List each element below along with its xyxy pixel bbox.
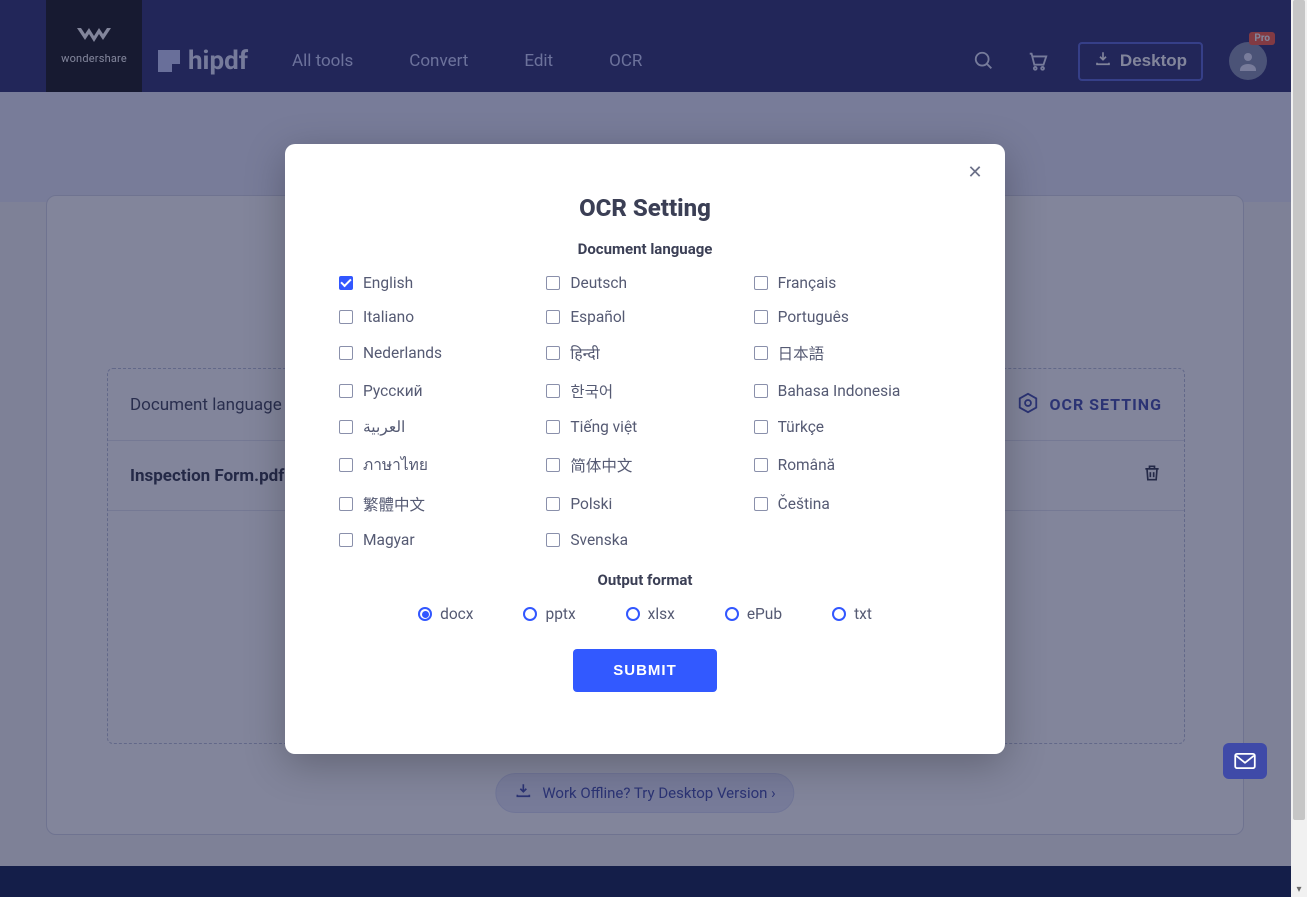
lang-checkbox-polski[interactable]: Polski bbox=[546, 493, 743, 515]
lang-checkbox-turkish[interactable]: Türkçe bbox=[754, 418, 951, 436]
scrollbar-thumb[interactable] bbox=[1293, 0, 1305, 820]
checkbox-icon bbox=[546, 310, 560, 324]
format-radio-pptx[interactable]: pptx bbox=[523, 605, 575, 623]
checkbox-icon bbox=[339, 420, 353, 434]
output-format-row: docx pptx xlsx ePub txt bbox=[339, 605, 951, 623]
lang-checkbox-svenska[interactable]: Svenska bbox=[546, 531, 743, 549]
format-label: ePub bbox=[747, 605, 782, 623]
radio-icon bbox=[832, 607, 846, 621]
lang-label: हिन्दी bbox=[570, 342, 599, 364]
vertical-scrollbar[interactable]: ▴ ▾ bbox=[1291, 0, 1307, 897]
lang-label: Português bbox=[778, 308, 849, 326]
format-radio-docx[interactable]: docx bbox=[418, 605, 473, 623]
checkbox-icon bbox=[546, 384, 560, 398]
lang-label: 繁體中文 bbox=[363, 493, 425, 515]
format-label: txt bbox=[854, 605, 872, 623]
checkbox-icon bbox=[339, 384, 353, 398]
lang-label: 日本語 bbox=[778, 342, 825, 364]
lang-label: Русский bbox=[363, 382, 423, 400]
lang-checkbox-portugues[interactable]: Português bbox=[754, 308, 951, 326]
lang-checkbox-romanian[interactable]: Română bbox=[754, 452, 951, 477]
lang-checkbox-magyar[interactable]: Magyar bbox=[339, 531, 536, 549]
lang-checkbox-francais[interactable]: Français bbox=[754, 274, 951, 292]
lang-checkbox-espanol[interactable]: Español bbox=[546, 308, 743, 326]
close-icon[interactable]: ✕ bbox=[963, 160, 987, 184]
checkbox-icon bbox=[754, 384, 768, 398]
checkbox-icon bbox=[339, 310, 353, 324]
checkbox-icon bbox=[754, 458, 768, 472]
checkbox-icon bbox=[546, 276, 560, 290]
checkbox-icon bbox=[546, 497, 560, 511]
lang-label: Română bbox=[778, 456, 835, 474]
checkbox-icon bbox=[339, 497, 353, 511]
checkbox-icon bbox=[754, 310, 768, 324]
radio-icon bbox=[626, 607, 640, 621]
ocr-setting-modal: ✕ OCR Setting Document language English … bbox=[285, 144, 1005, 754]
checkbox-icon bbox=[546, 346, 560, 360]
checkbox-icon bbox=[754, 346, 768, 360]
lang-checkbox-vietnamese[interactable]: Tiếng việt bbox=[546, 418, 743, 436]
modal-title: OCR Setting bbox=[339, 194, 951, 222]
lang-checkbox-simplified-chinese[interactable]: 简体中文 bbox=[546, 452, 743, 477]
format-radio-epub[interactable]: ePub bbox=[725, 605, 782, 623]
lang-label: Magyar bbox=[363, 531, 415, 549]
checkbox-icon bbox=[546, 420, 560, 434]
document-language-heading: Document language bbox=[339, 240, 951, 258]
radio-icon bbox=[725, 607, 739, 621]
feedback-mail-button[interactable] bbox=[1223, 743, 1267, 779]
lang-checkbox-traditional-chinese[interactable]: 繁體中文 bbox=[339, 493, 536, 515]
lang-checkbox-deutsch[interactable]: Deutsch bbox=[546, 274, 743, 292]
lang-label: Español bbox=[570, 308, 625, 326]
lang-checkbox-japanese[interactable]: 日本語 bbox=[754, 342, 951, 364]
lang-checkbox-arabic[interactable]: العربية bbox=[339, 418, 536, 436]
checkbox-icon bbox=[546, 533, 560, 547]
lang-label: 한국어 bbox=[570, 380, 613, 402]
format-label: pptx bbox=[545, 605, 575, 623]
format-label: docx bbox=[440, 605, 473, 623]
lang-checkbox-bahasa[interactable]: Bahasa Indonesia bbox=[754, 380, 951, 402]
radio-icon bbox=[523, 607, 537, 621]
checkbox-icon bbox=[754, 497, 768, 511]
lang-label: Polski bbox=[570, 495, 612, 513]
lang-label: Deutsch bbox=[570, 274, 627, 292]
format-label: xlsx bbox=[648, 605, 675, 623]
checkbox-icon bbox=[339, 346, 353, 360]
lang-checkbox-russian[interactable]: Русский bbox=[339, 380, 536, 402]
submit-button[interactable]: SUBMIT bbox=[573, 649, 717, 692]
lang-label: 简体中文 bbox=[570, 454, 632, 476]
checkbox-icon bbox=[754, 276, 768, 290]
lang-label: Italiano bbox=[363, 308, 414, 326]
checkbox-icon bbox=[339, 533, 353, 547]
lang-label: Türkçe bbox=[778, 418, 824, 436]
format-radio-txt[interactable]: txt bbox=[832, 605, 872, 623]
lang-checkbox-english[interactable]: English bbox=[339, 274, 536, 292]
radio-icon bbox=[418, 607, 432, 621]
lang-label: العربية bbox=[363, 418, 405, 436]
lang-checkbox-czech[interactable]: Čeština bbox=[754, 493, 951, 515]
lang-checkbox-korean[interactable]: 한국어 bbox=[546, 380, 743, 402]
lang-label: Tiếng việt bbox=[570, 418, 637, 436]
checkbox-icon bbox=[546, 458, 560, 472]
output-format-heading: Output format bbox=[339, 571, 951, 589]
lang-label: ภาษาไทย bbox=[363, 452, 428, 477]
checkbox-icon bbox=[339, 458, 353, 472]
lang-checkbox-hindi[interactable]: हिन्दी bbox=[546, 342, 743, 364]
language-grid: English Deutsch Français Italiano Españo… bbox=[339, 274, 951, 549]
lang-label: Nederlands bbox=[363, 344, 442, 362]
lang-label: Čeština bbox=[778, 495, 830, 513]
lang-label: English bbox=[363, 274, 413, 292]
checkbox-icon bbox=[339, 276, 353, 290]
lang-label: Svenska bbox=[570, 531, 628, 549]
checkbox-icon bbox=[754, 420, 768, 434]
lang-checkbox-italiano[interactable]: Italiano bbox=[339, 308, 536, 326]
lang-checkbox-nederlands[interactable]: Nederlands bbox=[339, 342, 536, 364]
format-radio-xlsx[interactable]: xlsx bbox=[626, 605, 675, 623]
lang-label: Français bbox=[778, 274, 837, 292]
scroll-down-icon[interactable]: ▾ bbox=[1291, 881, 1307, 897]
lang-checkbox-thai[interactable]: ภาษาไทย bbox=[339, 452, 536, 477]
lang-label: Bahasa Indonesia bbox=[778, 382, 901, 400]
